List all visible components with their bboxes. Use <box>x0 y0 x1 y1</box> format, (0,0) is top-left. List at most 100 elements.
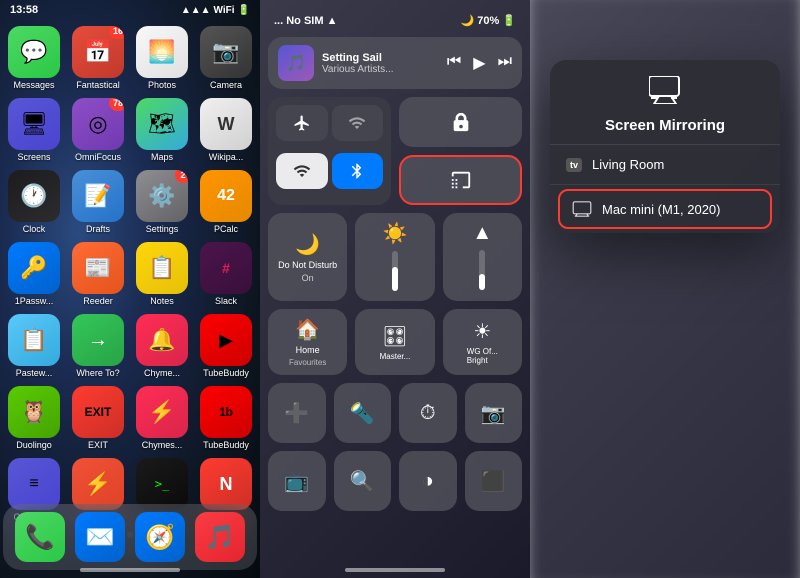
mirror-popup-icon <box>649 76 681 111</box>
zoom-button[interactable]: 🔍 <box>334 451 392 511</box>
app-notes-icon[interactable]: 📋 <box>136 242 188 294</box>
app-omnifocus-label: OmniFocus <box>75 152 121 162</box>
app-tubebuddy[interactable]: ▶ TubeBuddy <box>198 314 254 378</box>
app-whereto[interactable]: → Where To? <box>70 314 126 378</box>
app-reeder-label: Reeder <box>83 296 113 306</box>
app-pastebot-label: Pastew... <box>16 368 53 378</box>
wifi-button[interactable] <box>276 153 328 189</box>
app-settings-label: Settings <box>146 224 179 234</box>
app-omnifocus[interactable]: ◎ 78 OmniFocus <box>70 98 126 162</box>
app-1password[interactable]: 🔑 1Passw... <box>6 242 62 306</box>
add-icon: ➕ <box>284 401 309 426</box>
rotation-lock-button[interactable] <box>399 97 522 147</box>
airplane-mode-button[interactable] <box>276 105 328 141</box>
mirror-device-living-room[interactable]: tv Living Room <box>550 145 780 185</box>
app-slack-icon[interactable]: # <box>200 242 252 294</box>
app-grid: 💬 Messages 📅 16 Fantastical 🌅 Photos 📷 C… <box>0 20 260 528</box>
brightness-tile[interactable]: ☀️ <box>355 213 434 301</box>
app-shortcuts3-icon[interactable]: ⚡ <box>72 458 124 510</box>
app-1password-icon[interactable]: 🔑 <box>8 242 60 294</box>
app-messages[interactable]: 💬 Messages <box>6 26 62 90</box>
app-news-icon[interactable]: N <box>200 458 252 510</box>
app-messages-icon[interactable]: 💬 <box>8 26 60 78</box>
app-clock-icon[interactable]: 🕐 <box>8 170 60 222</box>
dock-music[interactable]: 🎵 <box>195 512 245 562</box>
home-sublabel: Favourites <box>289 358 326 367</box>
app-screens-label: Screens <box>17 152 50 162</box>
mirror-popup-title: Screen Mirroring <box>605 117 725 134</box>
app-tubebuddy2[interactable]: 1b TubeBuddy <box>198 386 254 450</box>
app-shortcuts2-icon[interactable]: ⚡ <box>136 386 188 438</box>
screen-mirroring-popup: Screen Mirroring tv Living Room Mac mini… <box>550 60 780 233</box>
dock-mail[interactable]: ✉️ <box>75 512 125 562</box>
music-controls[interactable]: ⏮ ▶ ⏭ <box>447 53 512 73</box>
next-button[interactable]: ⏭ <box>498 53 512 73</box>
app-omnifocus-icon[interactable]: ◎ 78 <box>72 98 124 150</box>
prev-button[interactable]: ⏮ <box>447 53 461 73</box>
app-pastebot-icon[interactable]: 📋 <box>8 314 60 366</box>
app-duolingo[interactable]: 🦉 Duolingo <box>6 386 62 450</box>
master-tile[interactable]: 🎛 Master... <box>355 309 434 375</box>
app-photos[interactable]: 🌅 Photos <box>134 26 190 90</box>
app-wikipedia[interactable]: W Wikipa... <box>198 98 254 162</box>
wg-bright-tile[interactable]: ☀ WG Of...Bright <box>443 309 522 375</box>
cc-home-indicator[interactable] <box>345 568 445 572</box>
app-camera[interactable]: 📷 Camera <box>198 26 254 90</box>
app-fantastical[interactable]: 📅 16 Fantastical <box>70 26 126 90</box>
app-exit[interactable]: EXIT EXIT <box>70 386 126 450</box>
mirror-device-mac-mini[interactable]: Mac mini (M1, 2020) <box>558 189 772 229</box>
dock-safari[interactable]: 🧭 <box>135 512 185 562</box>
app-tubebuddy-icon[interactable]: ▶ <box>200 314 252 366</box>
app-settings-icon[interactable]: ⚙️ 2 <box>136 170 188 222</box>
app-shortcuts2[interactable]: ⚡ Chymes... <box>134 386 190 450</box>
app-maps[interactable]: 🗺 Maps <box>134 98 190 162</box>
app-pcalc[interactable]: 42 PCalc <box>198 170 254 234</box>
dock-phone[interactable]: 📞 <box>15 512 65 562</box>
app-drafts-icon[interactable]: 📝 <box>72 170 124 222</box>
app-screens[interactable]: 🖥 Screens <box>6 98 62 162</box>
app-settings[interactable]: ⚙️ 2 Settings <box>134 170 190 234</box>
airplay-tile[interactable]: ▲ <box>443 213 522 301</box>
app-chime[interactable]: 🔔 Chyme... <box>134 314 190 378</box>
app-photos-icon[interactable]: 🌅 <box>136 26 188 78</box>
app-pcalc-icon[interactable]: 42 <box>200 170 252 222</box>
app-reeder-icon[interactable]: 📰 <box>72 242 124 294</box>
app-camera-icon[interactable]: 📷 <box>200 26 252 78</box>
app-pastebot[interactable]: 📋 Pastew... <box>6 314 62 378</box>
app-whereto-icon[interactable]: → <box>72 314 124 366</box>
home-indicator[interactable] <box>80 568 180 572</box>
app-wikipedia-icon[interactable]: W <box>200 98 252 150</box>
do-not-disturb-button[interactable]: 🌙 Do Not Disturb On <box>268 213 347 301</box>
add-button[interactable]: ➕ <box>268 383 326 443</box>
camera-button[interactable]: 📷 <box>465 383 523 443</box>
screen-mirror-button[interactable] <box>399 155 522 205</box>
app-terminal-icon[interactable]: >_ <box>136 458 188 510</box>
app-notes[interactable]: 📋 Notes <box>134 242 190 306</box>
qr-button[interactable]: ⬛ <box>465 451 523 511</box>
remote-button[interactable]: 📺 <box>268 451 326 511</box>
play-button[interactable]: ▶ <box>473 53 485 73</box>
app-screens-icon[interactable]: 🖥 <box>8 98 60 150</box>
app-maps-label: Maps <box>151 152 173 162</box>
app-exit-icon[interactable]: EXIT <box>72 386 124 438</box>
music-tile[interactable]: 🎵 Setting Sail Various Artists... ⏮ ▶ ⏭ <box>268 37 522 89</box>
timer-button[interactable]: ⏱ <box>399 383 457 443</box>
app-maps-icon[interactable]: 🗺 <box>136 98 188 150</box>
flashlight-button[interactable]: 🔦 <box>334 383 392 443</box>
iphone-panel: 13:58 ▲▲▲ WiFi 🔋 💬 Messages 📅 16 Fantast… <box>0 0 260 578</box>
home-button[interactable]: 🏠 Home Favourites <box>268 309 347 375</box>
app-slack[interactable]: # Slack <box>198 242 254 306</box>
bluetooth-button[interactable] <box>332 153 384 189</box>
cellular-button[interactable] <box>332 105 384 141</box>
app-fantastical-icon[interactable]: 📅 16 <box>72 26 124 78</box>
app-tubebuddy2-icon[interactable]: 1b <box>200 386 252 438</box>
app-clock[interactable]: 🕐 Clock <box>6 170 62 234</box>
app-reeder[interactable]: 📰 Reeder <box>70 242 126 306</box>
app-drafts[interactable]: 📝 Drafts <box>70 170 126 234</box>
app-duolingo-icon[interactable]: 🦉 <box>8 386 60 438</box>
zoom-icon: 🔍 <box>350 469 375 494</box>
invert-button[interactable]: ◑ <box>399 451 457 511</box>
app-omnioutliner-icon[interactable]: ≡ <box>8 458 60 510</box>
app-chime-icon[interactable]: 🔔 <box>136 314 188 366</box>
airplay-icon: ▲ <box>472 222 492 245</box>
